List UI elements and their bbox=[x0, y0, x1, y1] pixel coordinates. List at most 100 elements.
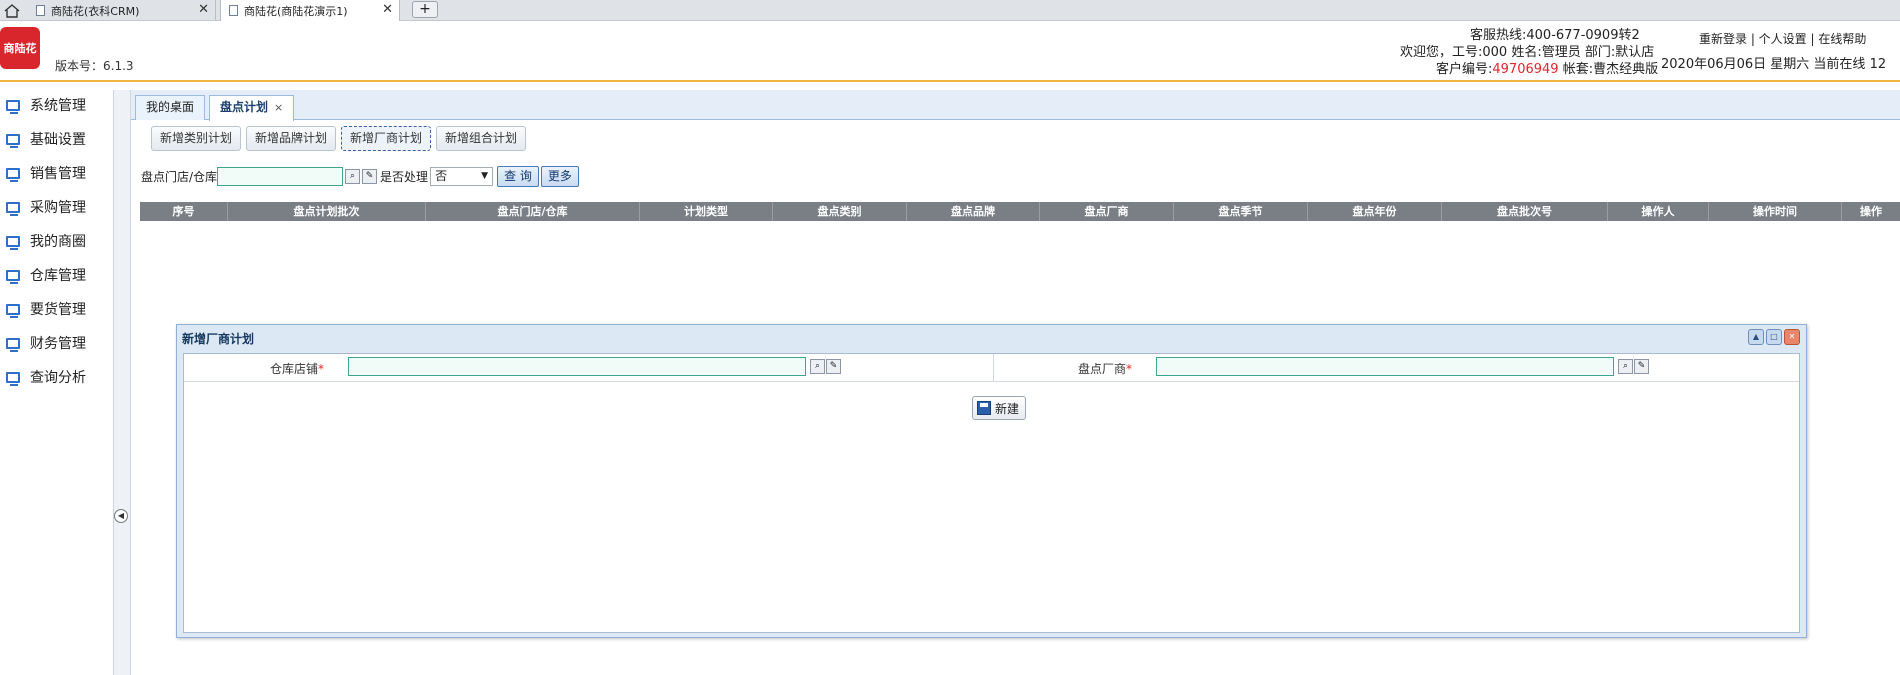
action-bar: 新增类别计划 新增品牌计划 新增厂商计划 新增组合计划 bbox=[151, 126, 527, 151]
edit-icon[interactable]: ✎ bbox=[362, 169, 378, 184]
processed-label: 是否处理 bbox=[380, 170, 429, 184]
close-tab-icon[interactable]: ✕ bbox=[198, 2, 209, 17]
nav-label: 财务管理 bbox=[30, 336, 86, 352]
more-button[interactable]: 更多 bbox=[540, 166, 579, 187]
monitor-icon bbox=[6, 167, 20, 182]
nav-item-warehouse[interactable]: 仓库管理 bbox=[0, 258, 115, 292]
col-header[interactable]: 操作人 bbox=[1608, 202, 1709, 221]
store-filter-input[interactable] bbox=[217, 167, 344, 186]
search-icon[interactable]: ⌕ bbox=[345, 169, 361, 184]
field-divider bbox=[993, 354, 994, 382]
app-tab-bar: 我的桌面 盘点计划 × bbox=[131, 90, 1900, 121]
col-header[interactable]: 操作 bbox=[1842, 202, 1900, 221]
store-label-text: 仓库店铺 bbox=[270, 362, 319, 376]
top-links[interactable]: 重新登录 | 个人设置 | 在线帮助 bbox=[1699, 30, 1866, 47]
nav-label: 仓库管理 bbox=[30, 268, 86, 284]
nav-label: 系统管理 bbox=[30, 98, 86, 114]
col-header[interactable]: 操作时间 bbox=[1709, 202, 1842, 221]
monitor-icon bbox=[6, 303, 20, 318]
nav-item-finance[interactable]: 财务管理 bbox=[0, 326, 115, 360]
store-filter-label: 盘点门店/仓库 bbox=[141, 170, 218, 184]
app-header: 商陆花 版本号：6.1.3 客服热线:400-677-0909转2 欢迎您，工号… bbox=[0, 21, 1900, 82]
col-header[interactable]: 盘点计划批次 bbox=[228, 202, 426, 221]
new-tab-button[interactable]: + bbox=[412, 1, 438, 18]
col-header[interactable]: 盘点年份 bbox=[1308, 202, 1442, 221]
page-icon bbox=[229, 5, 238, 16]
edit-icon[interactable]: ✎ bbox=[1634, 359, 1649, 374]
nav-label: 销售管理 bbox=[30, 166, 86, 182]
col-header[interactable]: 盘点门店/仓库 bbox=[426, 202, 640, 221]
nav-item-circle[interactable]: 我的商圈 bbox=[0, 224, 115, 258]
save-disk-icon bbox=[977, 401, 991, 415]
version-label: 版本号：6.1.3 bbox=[55, 59, 134, 73]
filter-bar: 盘点门店/仓库 ⌕ ✎ 是否处理 否 ▼ 查 询 更多 bbox=[141, 166, 579, 187]
grid-header: 序号 盘点计划批次 盘点门店/仓库 计划类型 盘点类别 盘点品牌 盘点厂商 盘点… bbox=[140, 202, 1900, 221]
tab-label: 盘点计划 bbox=[220, 100, 269, 114]
col-header[interactable]: 计划类型 bbox=[640, 202, 773, 221]
required-mark: * bbox=[318, 362, 325, 376]
monitor-icon bbox=[6, 235, 20, 250]
nav-label: 我的商圈 bbox=[30, 234, 86, 250]
dialog-form-row: 仓库店铺* ⌕ ✎ 盘点厂商* ⌕ ✎ bbox=[184, 354, 1799, 382]
col-header[interactable]: 盘点类别 bbox=[773, 202, 907, 221]
tab-inventory-plan[interactable]: 盘点计划 × bbox=[209, 95, 295, 121]
create-button-label: 新建 bbox=[995, 401, 1020, 416]
nav-item-basic[interactable]: 基础设置 bbox=[0, 122, 115, 156]
collapse-sidebar-icon[interactable]: ◀ bbox=[114, 509, 128, 523]
create-button[interactable]: 新建 bbox=[972, 396, 1027, 420]
col-header[interactable]: 盘点批次号 bbox=[1442, 202, 1608, 221]
nav-label: 要货管理 bbox=[30, 302, 86, 318]
sidebar: 系统管理 基础设置 销售管理 采购管理 我的商圈 仓库管理 要货管理 财务管理 … bbox=[0, 88, 115, 394]
monitor-icon bbox=[6, 99, 20, 114]
monitor-icon bbox=[6, 269, 20, 284]
col-header[interactable]: 盘点季节 bbox=[1174, 202, 1308, 221]
nav-label: 基础设置 bbox=[30, 132, 86, 148]
new-combo-plan-button[interactable]: 新增组合计划 bbox=[436, 126, 527, 151]
vendor-field-input[interactable] bbox=[1156, 357, 1614, 376]
sidebar-splitter[interactable] bbox=[113, 90, 131, 675]
query-button[interactable]: 查 询 bbox=[497, 166, 539, 187]
dialog-window-buttons: ▲ □ ✕ bbox=[1748, 329, 1800, 345]
nav-item-request[interactable]: 要货管理 bbox=[0, 292, 115, 326]
nav-label: 查询分析 bbox=[30, 370, 86, 386]
col-header[interactable]: 盘点品牌 bbox=[907, 202, 1040, 221]
customer-label: 客户编号: bbox=[1436, 62, 1493, 77]
new-category-plan-button[interactable]: 新增类别计划 bbox=[151, 126, 242, 151]
browser-tab-demo[interactable]: 商陆花(商陆花演示1) ✕ bbox=[220, 0, 400, 21]
search-icon[interactable]: ⌕ bbox=[1618, 359, 1633, 374]
page-icon bbox=[36, 5, 45, 16]
browser-tab-title: 商陆花(商陆花演示1) bbox=[244, 4, 348, 18]
col-header[interactable]: 序号 bbox=[140, 202, 228, 221]
nav-item-query[interactable]: 查询分析 bbox=[0, 360, 115, 394]
close-tab-icon[interactable]: ✕ bbox=[382, 2, 393, 17]
store-field-label: 仓库店铺* bbox=[270, 360, 324, 377]
monitor-icon bbox=[6, 201, 20, 216]
collapse-icon[interactable]: ▲ bbox=[1748, 329, 1764, 345]
nav-item-purchase[interactable]: 采购管理 bbox=[0, 190, 115, 224]
edit-icon[interactable]: ✎ bbox=[826, 359, 841, 374]
tab-desktop[interactable]: 我的桌面 bbox=[135, 95, 206, 120]
processed-value: 否 bbox=[435, 169, 448, 183]
home-icon[interactable] bbox=[2, 1, 22, 20]
monitor-icon bbox=[6, 337, 20, 352]
datetime-text: 2020年06月06日 星期六 当前在线 12 bbox=[1661, 57, 1887, 72]
dialog-body: 仓库店铺* ⌕ ✎ 盘点厂商* ⌕ ✎ 新建 bbox=[183, 353, 1800, 633]
logo: 商陆花 bbox=[0, 27, 40, 69]
monitor-icon bbox=[6, 371, 20, 386]
search-icon[interactable]: ⌕ bbox=[810, 359, 825, 374]
close-icon[interactable]: ✕ bbox=[1784, 329, 1800, 345]
browser-tab-crm[interactable]: 商陆花(衣科CRM) ✕ bbox=[28, 0, 216, 21]
customer-number: 49706949 bbox=[1492, 62, 1559, 77]
close-tab-icon[interactable]: × bbox=[274, 101, 283, 114]
nav-item-sales[interactable]: 销售管理 bbox=[0, 156, 115, 190]
chevron-down-icon: ▼ bbox=[481, 171, 489, 181]
col-header[interactable]: 盘点厂商 bbox=[1040, 202, 1174, 221]
browser-tab-title: 商陆花(衣科CRM) bbox=[51, 4, 140, 18]
processed-select[interactable]: 否 ▼ bbox=[430, 167, 494, 186]
new-vendor-plan-button[interactable]: 新增厂商计划 bbox=[341, 126, 432, 151]
store-field-input[interactable] bbox=[348, 357, 806, 376]
required-mark: * bbox=[1126, 362, 1133, 376]
maximize-icon[interactable]: □ bbox=[1766, 329, 1782, 345]
new-brand-plan-button[interactable]: 新增品牌计划 bbox=[246, 126, 337, 151]
nav-item-system[interactable]: 系统管理 bbox=[0, 88, 115, 122]
